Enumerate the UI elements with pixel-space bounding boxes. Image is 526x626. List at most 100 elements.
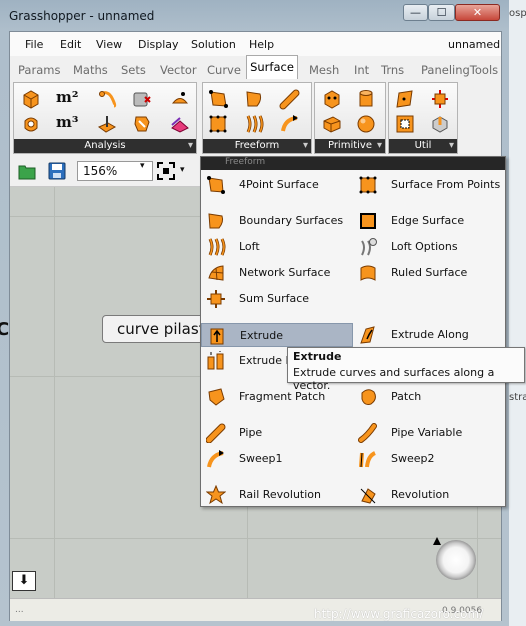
freeform-group-label[interactable]: Freeform ▾	[203, 139, 311, 153]
pipe-variable-icon	[358, 423, 377, 443]
menu-item-extrude[interactable]: Extrude	[201, 323, 353, 347]
divide-surface-icon[interactable]	[429, 88, 451, 110]
menu-view[interactable]: View	[96, 38, 122, 51]
curve-param-icon[interactable]	[96, 88, 118, 110]
tab-sets[interactable]: Sets	[121, 63, 146, 77]
loft-icon[interactable]	[243, 113, 265, 135]
boundary-surface-icon[interactable]	[243, 88, 265, 110]
4point-surface-icon[interactable]	[207, 88, 229, 110]
menu-item-network-surface[interactable]: Network Surface	[201, 261, 351, 285]
chevron-down-icon[interactable]: ▾	[140, 161, 145, 171]
fragment-patch-icon	[208, 388, 225, 406]
save-file-icon[interactable]	[47, 161, 67, 181]
menu-item-pipe-variable[interactable]: Pipe Variable	[353, 421, 503, 445]
sweep2-icon	[359, 451, 376, 468]
cylinder-icon[interactable]	[355, 88, 377, 110]
loft-options-icon	[361, 238, 377, 256]
title-bar[interactable]: Grasshopper - unnamed — ☐ ✕	[0, 0, 526, 30]
tab-int[interactable]: Int	[354, 63, 369, 77]
menu-item-surface-from-points[interactable]: Surface From Points	[353, 173, 503, 197]
sweep-icon[interactable]	[279, 113, 301, 135]
menu-item-label: Pipe	[239, 426, 263, 439]
expand-arrow-icon[interactable]: ▾	[303, 139, 308, 153]
menu-edit[interactable]: Edit	[60, 38, 81, 51]
copy-trim-icon[interactable]	[394, 88, 416, 110]
bounding-box-icon[interactable]	[321, 113, 343, 135]
deconstruct-brep-icon[interactable]	[429, 113, 451, 135]
4point-surface-icon	[207, 176, 225, 194]
menu-item-label: Extrude	[240, 329, 284, 342]
primitive-group: Primitive ▾	[314, 82, 386, 154]
dropdown-header-label: Freeform	[225, 157, 266, 167]
tab-panelingtools[interactable]: PanelingTools	[421, 63, 498, 77]
chevron-down-icon[interactable]: ▾	[180, 165, 185, 175]
menu-item-label: Sweep1	[239, 452, 283, 465]
tab-vector[interactable]: Vector	[160, 63, 197, 77]
expand-arrow-icon[interactable]: ▾	[188, 139, 193, 153]
document-name: unnamed	[448, 38, 501, 51]
menu-item-sweep1[interactable]: Sweep1	[201, 447, 351, 471]
menu-file[interactable]: File	[25, 38, 43, 51]
download-icon[interactable]: ⬇	[12, 571, 36, 591]
menu-solution[interactable]: Solution	[191, 38, 236, 51]
maximize-button[interactable]: ☐	[428, 4, 455, 21]
tab-params[interactable]: Params	[18, 63, 60, 77]
minimize-button[interactable]: —	[403, 4, 428, 21]
expand-arrow-icon[interactable]: ▾	[449, 139, 454, 153]
tab-curve[interactable]: Curve	[207, 63, 241, 77]
menu-item-ruled-surface[interactable]: Ruled Surface	[353, 261, 503, 285]
tab-maths[interactable]: Maths	[73, 63, 108, 77]
volume-shape-icon[interactable]	[20, 113, 42, 135]
tab-trns[interactable]: Trns	[381, 63, 404, 77]
tab-surface[interactable]: Surface	[246, 55, 298, 79]
util-group-label[interactable]: Util ▾	[389, 139, 457, 153]
menu-item-edge-surface[interactable]: Edge Surface	[353, 209, 503, 233]
dimensions-icon[interactable]	[169, 113, 191, 135]
area-icon[interactable]: m²	[56, 88, 78, 106]
freeform-dropdown: Freeform 4Point Surface Boundary Surface…	[200, 156, 506, 507]
close-button[interactable]: ✕	[455, 4, 500, 21]
sphere-icon[interactable]	[355, 113, 377, 135]
network-surface-icon	[208, 265, 224, 281]
primitive-label: Primitive	[327, 140, 373, 151]
pipe-icon[interactable]	[279, 88, 301, 110]
point-icon[interactable]	[169, 88, 191, 110]
menu-item-pipe[interactable]: Pipe	[201, 421, 351, 445]
freeform-group: Freeform ▾	[202, 82, 312, 154]
open-file-icon[interactable]	[17, 161, 37, 181]
evaluate-icon[interactable]	[131, 88, 153, 110]
menu-item-revolution[interactable]: Revolution	[353, 483, 503, 507]
zoom-extents-icon[interactable]	[157, 162, 175, 180]
isotrim-icon[interactable]	[394, 113, 416, 135]
menu-help[interactable]: Help	[249, 38, 274, 51]
tab-mesh[interactable]: Mesh	[309, 63, 339, 77]
menu-item-boundary-surfaces[interactable]: Boundary Surfaces	[201, 209, 351, 233]
expand-arrow-icon[interactable]: ▾	[377, 139, 382, 153]
volume-icon[interactable]: m³	[56, 113, 78, 131]
ribbon: m² m³ Analysis ▾ Freeform ▾ Primitive ▾ …	[10, 80, 501, 156]
box-icon[interactable]	[20, 88, 42, 110]
menu-item-rail-revolution[interactable]: Rail Revolution	[201, 483, 351, 507]
menu-item-sum-surface[interactable]: Sum Surface	[201, 287, 351, 311]
menu-item-label: Edge Surface	[391, 214, 465, 227]
box-corners-icon[interactable]	[321, 88, 343, 110]
menu-item-label: Sum Surface	[239, 292, 310, 305]
menu-item-loft-options[interactable]: Loft Options	[353, 235, 503, 259]
grid-line	[54, 156, 55, 598]
menu-item-sweep2[interactable]: Sweep2	[353, 447, 503, 471]
menu-item-4point-surface[interactable]: 4Point Surface	[201, 173, 351, 197]
menu-bar: File Edit View Display Solution Help unn…	[10, 32, 501, 56]
menu-display[interactable]: Display	[138, 38, 179, 51]
surface-point-icon[interactable]	[96, 113, 118, 135]
surface-from-points-icon[interactable]	[207, 113, 229, 135]
navigation-wheel[interactable]	[433, 537, 476, 580]
background-window-text-2: stra	[509, 392, 526, 403]
canvas-component[interactable]: curve pilast	[102, 315, 212, 343]
brep-icon[interactable]	[131, 113, 153, 135]
primitive-group-label[interactable]: Primitive ▾	[315, 139, 385, 153]
menu-item-label: Loft	[239, 240, 260, 253]
util-label: Util	[414, 140, 432, 151]
menu-item-extrude-along[interactable]: Extrude Along	[353, 323, 503, 347]
menu-item-loft[interactable]: Loft	[201, 235, 351, 259]
analysis-group-label[interactable]: Analysis ▾	[14, 139, 196, 153]
